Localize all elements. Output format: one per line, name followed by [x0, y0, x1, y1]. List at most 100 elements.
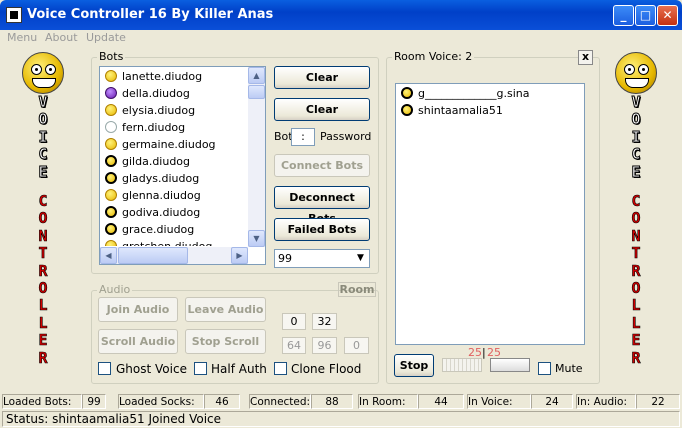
failed-bots-button[interactable]: Failed Bots — [274, 218, 370, 241]
side-letter: L — [38, 296, 48, 315]
in-audio-value: 22 — [636, 394, 680, 409]
menu-item-menu[interactable]: Menu — [7, 31, 37, 44]
scroll-thumb[interactable] — [248, 85, 265, 99]
bot-list-item[interactable]: gretchen.diudog — [100, 238, 248, 246]
side-letter: N — [38, 226, 48, 245]
devil-icon — [105, 87, 117, 99]
room-users-list[interactable]: g_____________g.sina shintaamalia51 — [395, 83, 585, 345]
menu-item-update[interactable]: Update — [86, 31, 126, 44]
status-message: Status: shintaamalia51 Joined Voice — [6, 412, 222, 426]
side-letter: E — [38, 331, 48, 350]
bot-list-item[interactable]: della.diudog — [100, 85, 248, 102]
smiley-icon — [105, 189, 117, 201]
headset-icon — [105, 155, 117, 167]
side-letter: T — [38, 244, 48, 263]
side-letter: T — [631, 244, 641, 263]
volume-slider-a[interactable] — [442, 358, 482, 372]
leave-audio-button[interactable]: Leave Audio — [185, 297, 266, 322]
side-text: VOICECONTROLLER — [614, 93, 658, 367]
bot-list-item[interactable]: fern.diudog — [100, 119, 248, 136]
bot-list-item[interactable]: glenna.diudog — [100, 187, 248, 204]
side-letter: O — [631, 110, 641, 129]
clear-button-1[interactable]: Clear — [274, 66, 370, 89]
headset-icon — [105, 206, 117, 218]
scroll-audio-button[interactable]: Scroll Audio — [98, 329, 178, 354]
num-field[interactable]: 0 — [282, 313, 306, 330]
side-letter: E — [631, 162, 641, 181]
smiley-icon — [105, 70, 117, 82]
headset-icon — [401, 87, 413, 99]
minimize-button[interactable]: _ — [613, 5, 634, 26]
volume-slider-b[interactable] — [490, 358, 530, 372]
scroll-right-icon[interactable]: ▶ — [231, 247, 248, 264]
bot-list-item[interactable]: gladys.diudog — [100, 170, 248, 187]
dropdown-arrow-icon[interactable]: ▼ — [353, 251, 368, 266]
vertical-scrollbar[interactable]: ▲ ▼ — [248, 67, 265, 247]
side-letter: E — [631, 331, 641, 350]
mute-checkbox[interactable] — [538, 362, 551, 375]
clear-button-2[interactable]: Clear — [274, 98, 370, 121]
loaded-socks-label: Loaded Socks: — [118, 394, 204, 409]
side-letter: V — [38, 93, 48, 112]
in-audio-label: In: Audio: — [576, 394, 636, 409]
in-voice-label: In Voice: — [467, 394, 531, 409]
bot-list-item[interactable]: godiva.diudog — [100, 204, 248, 221]
horizontal-scrollbar[interactable]: ◀ ▶ — [100, 247, 248, 264]
loaded-bots-value: 99 — [82, 394, 106, 409]
bot-list-item[interactable]: elysia.diudog — [100, 102, 248, 119]
side-letter: R — [38, 348, 48, 367]
ghost-voice-label: Ghost Voice — [116, 362, 187, 376]
bot-list-item[interactable]: grace.diudog — [100, 221, 248, 238]
close-button[interactable]: ✕ — [657, 5, 678, 26]
side-letter: O — [38, 110, 48, 129]
side-letter: L — [631, 296, 641, 315]
bot-list-item[interactable]: lanette.diudog — [100, 68, 248, 85]
room-voice-legend: Room Voice: 2 — [392, 50, 475, 63]
num-field[interactable]: 64 — [282, 337, 306, 354]
disconnect-bots-button[interactable]: Deconnect Bots — [274, 186, 370, 225]
clone-flood-checkbox[interactable] — [274, 362, 287, 375]
room-button[interactable]: Room — [338, 282, 376, 297]
status-counters: Loaded Bots: 99 Loaded Socks: 46 Connect… — [0, 394, 682, 411]
num-field[interactable]: 96 — [312, 337, 337, 354]
side-letter: O — [631, 279, 641, 298]
side-letter: L — [38, 313, 48, 332]
smiley-icon — [105, 104, 117, 116]
bots-list[interactable]: lanette.diudog della.diudog elysia.diudog f… — [99, 66, 266, 265]
room-user-item[interactable]: shintaamalia51 — [396, 102, 584, 119]
menu-item-about[interactable]: About — [45, 31, 78, 44]
audio-legend: Audio — [97, 283, 133, 296]
offline-icon — [105, 121, 117, 133]
bot-list-item[interactable]: gilda.diudog — [100, 153, 248, 170]
scroll-down-icon[interactable]: ▼ — [248, 230, 265, 247]
close-room-button[interactable]: x — [578, 50, 593, 65]
hscroll-thumb[interactable] — [118, 247, 188, 264]
side-letter: I — [38, 127, 48, 146]
num-field[interactable]: 0 — [344, 337, 369, 354]
loaded-bots-label: Loaded Bots: — [2, 394, 82, 409]
bot-list-item[interactable]: germaine.diudog — [100, 136, 248, 153]
in-room-label: In Room: — [358, 394, 418, 409]
side-letter: C — [38, 145, 48, 164]
side-letter: I — [631, 127, 641, 146]
password-label: Password — [320, 130, 372, 143]
room-user-item[interactable]: g_____________g.sina — [396, 85, 584, 102]
scroll-left-icon[interactable]: ◀ — [100, 247, 117, 264]
ghost-voice-checkbox[interactable] — [98, 362, 111, 375]
title-bar[interactable]: Voice Controller 16 By Killer Anas _ □ ✕ — [0, 0, 682, 30]
maximize-button[interactable]: □ — [635, 5, 656, 26]
bot-count-dropdown[interactable]: 99 ▼ — [274, 249, 370, 268]
stop-button[interactable]: Stop — [394, 354, 434, 377]
side-letter: O — [631, 209, 641, 228]
bot-label: Bot — [274, 130, 293, 143]
join-audio-button[interactable]: Join Audio — [98, 297, 178, 322]
half-auth-checkbox[interactable] — [194, 362, 207, 375]
mute-label: Mute — [555, 362, 583, 375]
stop-scroll-button[interactable]: Stop Scroll — [185, 329, 266, 354]
scroll-up-icon[interactable]: ▲ — [248, 67, 265, 84]
side-letter: C — [631, 145, 641, 164]
connect-bots-button[interactable]: Connect Bots — [274, 154, 370, 177]
num-field[interactable]: 32 — [312, 313, 337, 330]
side-letter: R — [631, 348, 641, 367]
bot-number-field[interactable]: : — [291, 128, 315, 146]
